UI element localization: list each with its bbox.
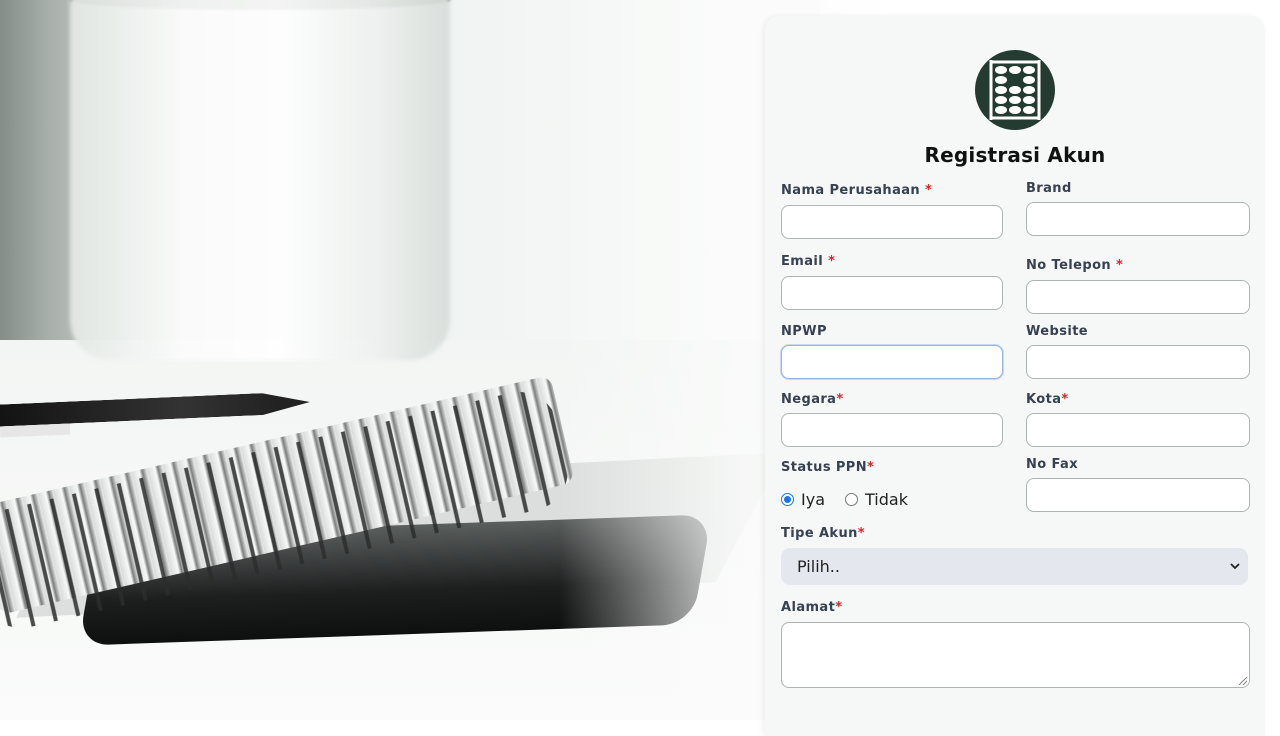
kota-input[interactable] [1026,413,1250,447]
field-tipe-akun: Tipe Akun* Pilih.. [781,526,1249,585]
required-mark: * [835,600,843,615]
registration-card: Registrasi Akun Nama Perusahaan * Brand … [765,16,1265,736]
status-ppn-radio-group: Iya Tidak [781,488,1003,510]
field-brand: Brand [1026,181,1250,239]
field-no-telepon: No Telepon * [1026,258,1250,314]
field-alamat: Alamat* [781,600,1250,688]
field-npwp: NPWP [781,324,1003,379]
status-ppn-option-iya-label[interactable]: Iya [801,490,825,509]
npwp-input[interactable] [781,345,1003,379]
nama-perusahaan-label: Nama Perusahaan [781,183,921,198]
no-telepon-label: No Telepon [1026,258,1112,273]
alamat-label: Alamat [781,600,836,615]
kota-label: Kota [1026,392,1062,407]
brand-input[interactable] [1026,202,1250,236]
required-mark: * [828,254,836,269]
nama-perusahaan-input[interactable] [781,205,1003,239]
status-ppn-radio-iya[interactable] [781,492,794,506]
field-status-ppn: Status PPN* Iya Tidak [781,460,1003,512]
page-title: Registrasi Akun [924,143,1106,167]
required-mark: * [925,183,933,198]
field-email: Email * [781,254,1003,314]
status-ppn-label: Status PPN [781,460,868,475]
registration-form: Nama Perusahaan * Brand Email * No Telep… [781,181,1250,512]
required-mark: * [857,526,865,541]
status-ppn-radio-tidak[interactable] [845,492,858,506]
required-mark: * [867,460,875,475]
no-fax-label: No Fax [1026,457,1079,472]
field-kota: Kota* [1026,392,1250,447]
resize-handle-icon[interactable] [1239,677,1247,685]
negara-label: Negara [781,392,837,407]
alamat-textarea[interactable] [781,622,1250,688]
tipe-akun-label: Tipe Akun [781,526,858,541]
tipe-akun-select[interactable]: Pilih.. [781,548,1248,585]
website-input[interactable] [1026,345,1250,379]
required-mark: * [836,392,844,407]
required-mark: * [1116,258,1124,273]
field-nama-perusahaan: Nama Perusahaan * [781,183,1003,239]
required-mark: * [1061,392,1069,407]
field-no-fax: No Fax [1026,457,1250,512]
brand-label: Brand [1026,181,1072,196]
tipe-akun-selected-value: Pilih.. [797,557,840,576]
negara-input[interactable] [781,413,1003,447]
no-telepon-input[interactable] [1026,280,1250,314]
email-label: Email [781,254,824,269]
website-label: Website [1026,324,1089,339]
chevron-down-icon [1230,560,1240,573]
no-fax-input[interactable] [1026,478,1250,512]
npwp-label: NPWP [781,324,827,339]
field-website: Website [1026,324,1250,379]
abacus-icon [975,50,1055,130]
email-input[interactable] [781,276,1003,310]
field-negara: Negara* [781,392,1003,447]
status-ppn-option-tidak-label[interactable]: Tidak [865,490,908,509]
